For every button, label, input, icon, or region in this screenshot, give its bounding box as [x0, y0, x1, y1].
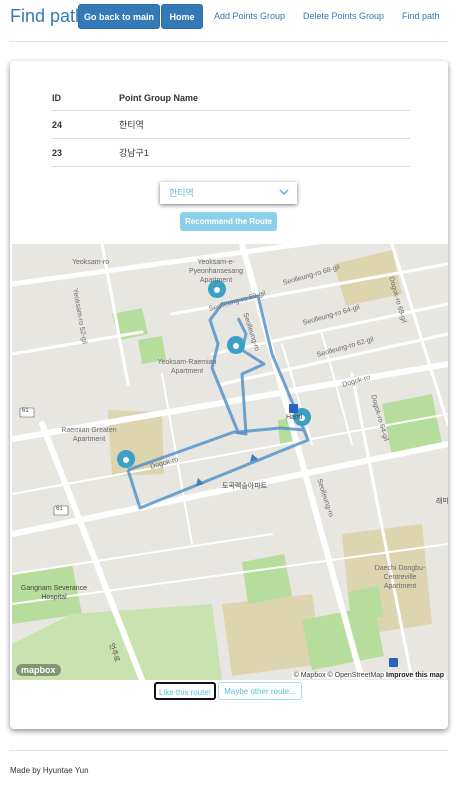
map-marker-icon: [227, 336, 245, 354]
improve-map-link[interactable]: Improve this map: [386, 672, 444, 679]
row-id: 23: [52, 138, 119, 167]
header-name: Point Group Name: [119, 93, 410, 111]
recommend-route-button[interactable]: Recommend the Route: [180, 212, 277, 231]
route-shield-label: 61: [56, 506, 63, 512]
map-label: Gangnam Severance Hospital: [20, 585, 88, 601]
park-area: [242, 554, 292, 604]
table-header-row: ID Point Group Name: [52, 93, 410, 111]
header-divider: [10, 41, 448, 42]
select-value: 한티역: [169, 188, 194, 198]
park-area: [348, 586, 384, 622]
row-name: 한티역: [119, 110, 410, 139]
footer-text: Made by Hyuntae Yun: [10, 766, 89, 775]
map-label: Daechi Dongbu-Centreville Apartment: [374, 565, 426, 590]
main-card: ID Point Group Name 24 한티역 23 강남구1 한티역 R…: [10, 61, 448, 729]
header-id: ID: [52, 93, 119, 111]
home-button[interactable]: Home: [161, 4, 203, 29]
brand-title[interactable]: Find path: [10, 6, 85, 27]
delete-points-group-link[interactable]: Delete Points Group: [303, 11, 384, 21]
map-label: Yeoksam-Raemian Apartment: [157, 359, 217, 375]
attribution-text[interactable]: © Mapbox © OpenStreetMap: [294, 672, 384, 679]
map-label: 래미: [436, 498, 448, 505]
like-route-button[interactable]: Like this route!: [154, 682, 216, 700]
map-label: Yeoksam-ro: [72, 259, 110, 266]
map-label: Raemian Greaten Apartment: [61, 427, 117, 443]
map-label: Hanti: [286, 414, 303, 421]
footer-divider: [10, 750, 448, 751]
mapbox-logo[interactable]: mapbox: [16, 664, 61, 676]
navbar: Find path Go back to main Home Add Point…: [0, 0, 463, 34]
row-id: 24: [52, 110, 119, 139]
map-attribution: © Mapbox © OpenStreetMap Improve this ma…: [291, 672, 446, 679]
route-shield-label: 61: [22, 408, 29, 414]
metro-icon: [389, 658, 398, 667]
chevron-down-icon: [279, 182, 289, 204]
map-label: 도곡렉슬아파트: [222, 483, 268, 490]
other-route-button[interactable]: Maybe other route...: [218, 682, 302, 700]
row-name: 강남구1: [119, 138, 410, 167]
add-points-group-link[interactable]: Add Points Group: [214, 11, 285, 21]
table-row[interactable]: 24 한티역: [52, 110, 410, 139]
route-map[interactable]: Yeoksam-ro Yeoksam-ro 52-gil Yeoksam-e-P…: [12, 244, 448, 680]
metro-icon: [289, 404, 298, 413]
map-label: Yeoksam-e-Pyeonhansesang Apartment: [188, 259, 244, 284]
go-back-button[interactable]: Go back to main: [78, 4, 160, 29]
point-group-table: ID Point Group Name 24 한티역 23 강남구1: [52, 93, 410, 167]
point-group-select[interactable]: 한티역: [160, 182, 297, 204]
map-marker-icon: [117, 450, 135, 468]
find-path-link[interactable]: Find path: [402, 11, 440, 21]
table-row[interactable]: 23 강남구1: [52, 138, 410, 167]
